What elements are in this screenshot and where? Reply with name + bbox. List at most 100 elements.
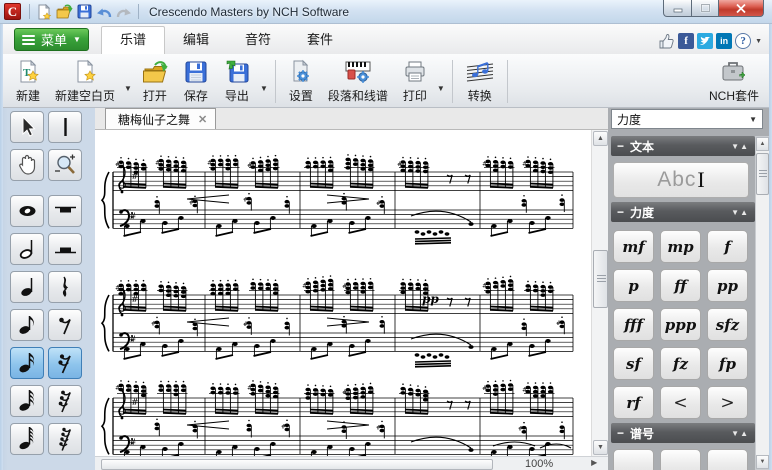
quick-new-button[interactable] <box>34 2 54 22</box>
reorder-icons[interactable]: ▼▲ <box>731 208 749 217</box>
dynamic-sf-button[interactable]: sf <box>613 347 654 380</box>
thirty-second-note-tool-button[interactable] <box>10 385 44 417</box>
collapse-icon[interactable]: − <box>617 426 624 440</box>
export-button[interactable]: 导出 <box>216 56 258 107</box>
palette-selector-dropdown[interactable]: 力度 ▼ <box>611 109 763 129</box>
tab-score[interactable]: 乐谱 <box>100 26 165 54</box>
section-header-clef[interactable]: − 谱号 ▼▲ <box>611 423 755 443</box>
dynamic-p-button[interactable]: p <box>613 269 654 302</box>
sixty-fourth-rest-icon <box>58 427 71 451</box>
zoom-tool-button[interactable] <box>48 149 82 181</box>
tab-notes[interactable]: 音符 <box>227 27 289 54</box>
dynamic-mf-button[interactable]: mf <box>613 230 654 263</box>
vertical-scrollbar[interactable]: ▲ ▼ <box>591 130 608 456</box>
dynamic-ff-button[interactable]: ff <box>660 269 701 302</box>
whole-note-tool-button[interactable] <box>10 195 44 227</box>
print-button[interactable]: 打印 <box>395 56 435 107</box>
scroll-up-icon[interactable]: ▲ <box>593 131 608 146</box>
svg-text:#: # <box>129 438 137 448</box>
collapse-icon[interactable]: − <box>617 139 624 153</box>
reorder-icons[interactable]: ▼▲ <box>731 142 749 151</box>
dynamic-pp-button[interactable]: pp <box>707 269 748 302</box>
help-icon[interactable]: ? <box>735 33 752 49</box>
reorder-icons[interactable]: ▼▲ <box>731 429 749 438</box>
eighth-rest-tool-button[interactable] <box>48 309 82 341</box>
section-header-dynamics[interactable]: − 力度 ▼▲ <box>611 202 755 222</box>
scrollbar-thumb[interactable] <box>593 250 608 308</box>
text-tool-button[interactable]: Abc I <box>613 162 749 198</box>
dropdown-caret-icon[interactable]: ▼ <box>260 70 268 93</box>
save-floppy-icon <box>77 4 91 19</box>
dynamic-sfz-button[interactable]: sfz <box>707 308 748 341</box>
sections-staves-icon <box>345 61 371 83</box>
svg-text:#: # <box>129 335 137 345</box>
quarter-note-tool-button[interactable] <box>10 271 44 303</box>
toolbar-label: 保存 <box>183 89 208 103</box>
section-header-text[interactable]: − 文本 ▼▲ <box>611 136 755 156</box>
dynamic-ppp-button[interactable]: ppp <box>660 308 701 341</box>
eighth-note-tool-button[interactable] <box>10 309 44 341</box>
sixteenth-note-tool-button[interactable] <box>10 347 44 379</box>
panel-scrollbar[interactable]: ▲ ▼ <box>755 136 770 470</box>
half-rest-tool-button[interactable] <box>48 233 82 265</box>
sections-staves-button[interactable]: 段落和线谱 <box>321 56 395 107</box>
save-button[interactable]: 保存 <box>176 56 216 107</box>
open-button[interactable]: 打开 <box>134 56 176 107</box>
barline-icon <box>63 118 67 136</box>
toolbar-separator <box>274 60 276 103</box>
scroll-down-icon[interactable]: ▼ <box>593 440 608 455</box>
clef-button[interactable] <box>613 449 654 470</box>
quarter-rest-tool-button[interactable] <box>48 271 82 303</box>
close-tab-icon[interactable]: ✕ <box>198 113 207 126</box>
settings-button[interactable]: 设置 <box>281 56 321 107</box>
decrescendo-button[interactable]: > <box>707 386 748 419</box>
scroll-down-icon[interactable]: ▼ <box>756 455 769 469</box>
facebook-icon[interactable]: f <box>678 33 695 49</box>
sixty-fourth-rest-tool-button[interactable] <box>48 423 82 455</box>
dynamic-fp-button[interactable]: fp <box>707 347 748 380</box>
redo-button[interactable] <box>114 2 134 22</box>
new-blank-page-button[interactable]: 新建空白页 <box>48 56 122 107</box>
dropdown-caret-icon[interactable]: ▼ <box>124 70 132 93</box>
dropdown-caret-icon[interactable]: ▼ <box>437 70 445 93</box>
whole-rest-tool-button[interactable] <box>48 195 82 227</box>
pointer-tool-button[interactable] <box>10 111 44 143</box>
dynamic-mp-button[interactable]: mp <box>660 230 701 263</box>
close-button[interactable] <box>719 0 764 17</box>
scroll-up-icon[interactable]: ▲ <box>756 137 769 151</box>
help-caret-icon[interactable]: ▼ <box>755 38 762 45</box>
hand-tool-button[interactable] <box>10 149 44 181</box>
new-button[interactable]: T 新建 <box>8 56 48 107</box>
maximize-button[interactable] <box>692 0 719 17</box>
document-tab[interactable]: 糖梅仙子之舞 ✕ <box>105 108 217 129</box>
tab-edit[interactable]: 编辑 <box>165 27 227 54</box>
tab-suite[interactable]: 套件 <box>289 27 351 54</box>
thirty-second-rest-tool-button[interactable] <box>48 385 82 417</box>
scrollbar-thumb[interactable] <box>756 153 769 195</box>
like-icon[interactable] <box>658 33 675 49</box>
quick-open-button[interactable] <box>54 2 74 22</box>
convert-button[interactable]: 转换 <box>458 56 502 107</box>
twitter-icon[interactable] <box>697 33 714 49</box>
dynamic-f-button[interactable]: f <box>707 230 748 263</box>
zoom-arrow-icon[interactable]: ▶ <box>591 458 597 467</box>
dynamic-fff-button[interactable]: fff <box>613 308 654 341</box>
nch-suite-button[interactable]: NCH套件 <box>702 56 766 107</box>
clef-button[interactable] <box>660 449 701 470</box>
dynamic-rf-button[interactable]: rf <box>613 386 654 419</box>
main-menu-button[interactable]: 菜单 ▼ <box>14 28 89 51</box>
undo-button[interactable] <box>94 2 114 22</box>
dynamic-fz-button[interactable]: fz <box>660 347 701 380</box>
sixty-fourth-note-tool-button[interactable] <box>10 423 44 455</box>
minimize-button[interactable] <box>663 0 692 17</box>
horizontal-scrollbar[interactable] <box>101 459 493 470</box>
linkedin-icon[interactable]: in <box>716 33 733 49</box>
barline-tool-button[interactable] <box>48 111 82 143</box>
quick-save-button[interactable] <box>74 2 94 22</box>
clef-button[interactable] <box>707 449 748 470</box>
sixteenth-rest-tool-button[interactable] <box>48 347 82 379</box>
collapse-icon[interactable]: − <box>617 205 624 219</box>
crescendo-button[interactable]: < <box>660 386 701 419</box>
score-canvas[interactable]: # # # # # # # # # # # # # # # # # # # # # # # # # # # # # # # pp <box>95 130 591 456</box>
half-note-tool-button[interactable] <box>10 233 44 265</box>
